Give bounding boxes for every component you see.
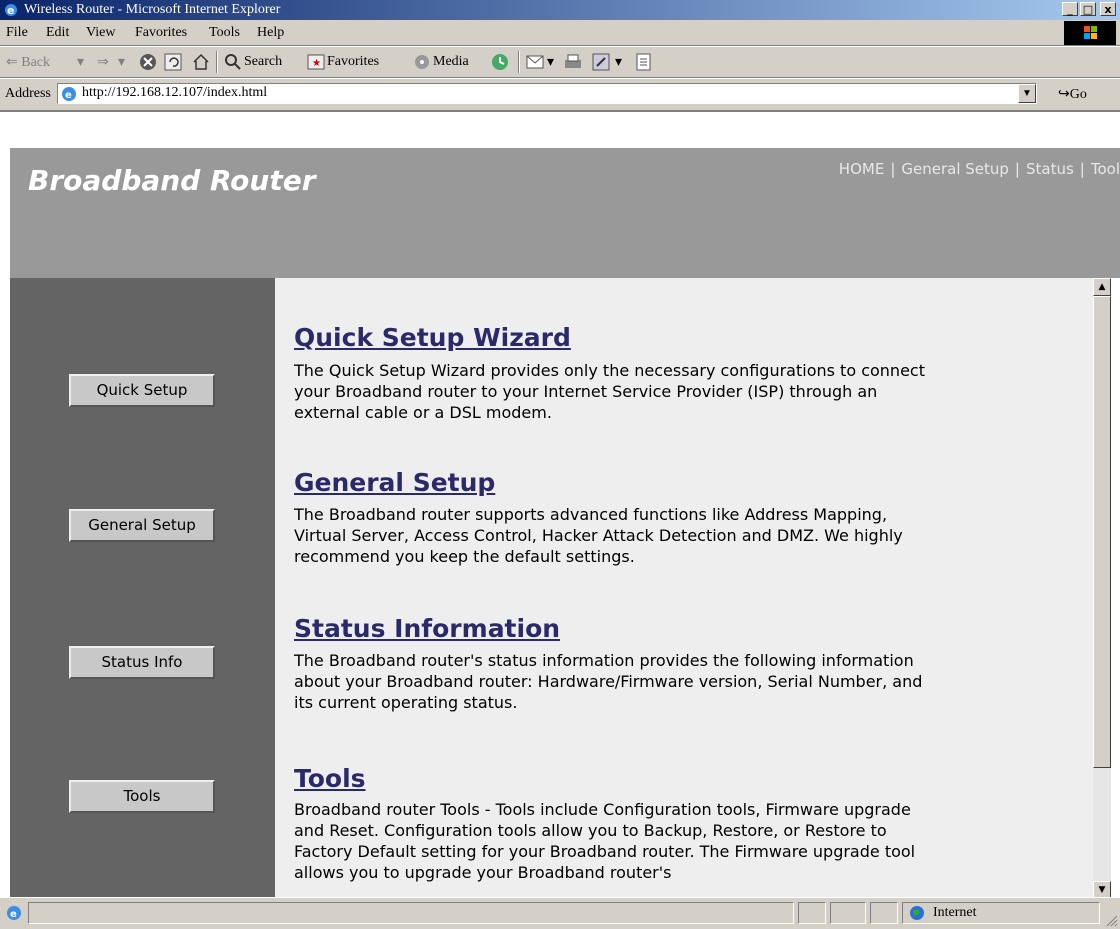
status-pane [798, 902, 826, 924]
page-icon: e [62, 87, 76, 101]
address-url: http://192.168.12.107/index.html [82, 85, 268, 100]
scroll-up-icon[interactable]: ▲ [1093, 278, 1111, 296]
forward-button[interactable]: ⇒ [97, 54, 109, 71]
menu-edit[interactable]: Edit [46, 25, 69, 41]
internet-globe-icon [910, 906, 924, 920]
window-title-bar: e Wireless Router - Microsoft Internet E… [0, 0, 1120, 20]
resize-grip-icon[interactable] [1104, 913, 1118, 927]
search-icon [225, 54, 241, 70]
quick-setup-description: The Quick Setup Wizard provides only the… [294, 361, 925, 422]
toolbar-separator [518, 51, 520, 73]
svg-text:e: e [10, 909, 17, 920]
print-icon[interactable] [563, 53, 583, 71]
go-arrow-icon: ↪ [1058, 87, 1070, 102]
general-setup-description: The Broadband router supports advanced f… [294, 505, 903, 566]
maximize-button[interactable]: □ [1080, 2, 1096, 16]
quick-setup-wizard-link[interactable]: Quick Setup Wizard [294, 323, 571, 352]
address-input[interactable]: e http://192.168.12.107/index.html ▼ [57, 83, 1037, 104]
status-information-link[interactable]: Status Information [294, 614, 560, 643]
close-button[interactable]: x [1100, 2, 1116, 16]
favorites-icon: ★ [307, 54, 325, 70]
svg-text:★: ★ [312, 58, 321, 69]
refresh-icon[interactable] [164, 53, 182, 71]
tools-button[interactable]: Tools [69, 780, 215, 813]
page-viewport: Broadband Router HOME | General Setup | Stat… [0, 110, 1120, 897]
router-banner: Broadband Router HOME | General Setup | Stat… [10, 148, 1120, 278]
media-button[interactable]: Media [433, 54, 469, 70]
tools-link[interactable]: Tools [294, 764, 366, 793]
page-status-icon: e [7, 906, 21, 920]
stop-icon[interactable] [139, 53, 157, 71]
status-pane [870, 902, 898, 924]
zone-label: Internet [933, 905, 977, 920]
status-pane [830, 902, 866, 924]
search-button[interactable]: Search [244, 54, 282, 70]
minimize-button[interactable]: _ [1062, 2, 1078, 16]
menu-file[interactable]: File [6, 25, 28, 41]
browser-toolbar: ⇐ Back ▾ ⇒ ▾ Search ★ Favorites Media ▾ … [0, 46, 1120, 78]
edit-icon[interactable] [592, 53, 610, 71]
address-label: Address [5, 86, 51, 101]
address-dropdown-icon[interactable]: ▼ [1018, 84, 1036, 103]
favorites-button[interactable]: Favorites [327, 54, 379, 70]
media-icon [415, 55, 429, 69]
address-bar: Address e http://192.168.12.107/index.ht… [0, 78, 1120, 110]
main-content: Quick Setup Wizard The Quick Setup Wizar… [275, 278, 1093, 897]
windows-logo-icon [1064, 21, 1116, 45]
discuss-icon[interactable] [635, 53, 653, 71]
status-message-pane [28, 902, 794, 924]
banner-title: Broadband Router [28, 164, 316, 197]
go-button[interactable]: ↪Go [1058, 86, 1087, 103]
tools-description: Broadband router Tools - Tools include C… [294, 800, 916, 882]
menu-help[interactable]: Help [257, 25, 284, 41]
sidebar: Quick Setup General Setup Status Info To… [10, 278, 275, 897]
nav-home[interactable]: HOME [839, 160, 885, 178]
svg-text:e: e [65, 90, 72, 101]
menu-view[interactable]: View [86, 25, 115, 41]
mail-icon[interactable] [526, 53, 546, 71]
general-setup-link[interactable]: General Setup [294, 468, 495, 497]
nav-status[interactable]: Status [1026, 160, 1074, 178]
window-title: Wireless Router - Microsoft Internet Exp… [24, 2, 281, 17]
mail-dropdown-icon[interactable]: ▾ [547, 54, 554, 71]
top-nav: HOME | General Setup | Status | Tool [838, 160, 1120, 178]
status-information-description: The Broadband router's status informatio… [294, 651, 923, 712]
home-icon[interactable] [192, 53, 210, 71]
nav-general-setup[interactable]: General Setup [901, 160, 1009, 178]
menu-favorites[interactable]: Favorites [135, 25, 187, 41]
status-bar: e Internet [0, 897, 1120, 929]
toolbar-separator [216, 51, 218, 73]
menu-bar: File Edit View Favorites Tools Help [0, 20, 1120, 46]
menu-tools[interactable]: Tools [209, 25, 240, 41]
svg-text:e: e [7, 4, 14, 17]
ie-logo-icon: e [5, 4, 17, 17]
quick-setup-button[interactable]: Quick Setup [69, 374, 215, 407]
scroll-down-icon[interactable]: ▼ [1093, 881, 1111, 897]
back-dropdown-icon[interactable]: ▾ [77, 54, 84, 71]
general-setup-button[interactable]: General Setup [69, 509, 215, 542]
security-zone-pane: Internet [902, 902, 1100, 924]
nav-tool[interactable]: Tool [1091, 160, 1120, 178]
back-button[interactable]: ⇐ Back [6, 54, 50, 71]
status-info-button[interactable]: Status Info [69, 646, 215, 679]
edit-dropdown-icon[interactable]: ▾ [615, 54, 622, 71]
vertical-scrollbar[interactable]: ▲ ▼ [1093, 278, 1111, 897]
forward-dropdown-icon[interactable]: ▾ [118, 54, 125, 71]
scroll-thumb[interactable] [1093, 296, 1111, 768]
history-icon[interactable] [490, 53, 510, 71]
